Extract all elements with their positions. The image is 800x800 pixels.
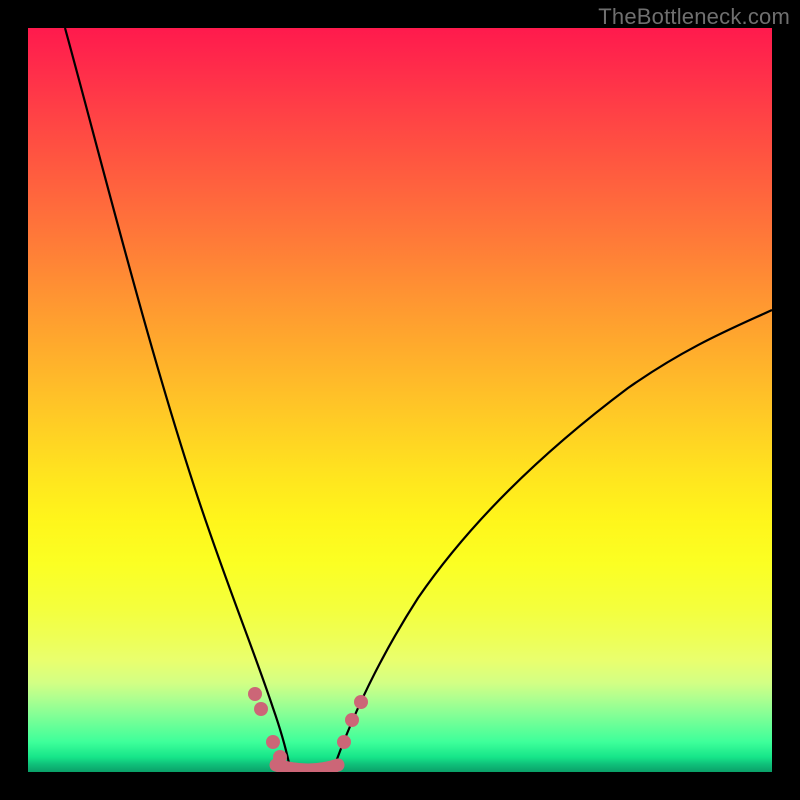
left-dot <box>248 687 262 701</box>
right-dot <box>337 735 351 749</box>
valley-floor <box>276 765 338 770</box>
chart-svg <box>28 28 772 772</box>
chart-frame: TheBottleneck.com <box>0 0 800 800</box>
watermark-text: TheBottleneck.com <box>598 4 790 30</box>
right-dot <box>345 713 359 727</box>
right-curve <box>333 310 772 770</box>
right-dot <box>354 695 368 709</box>
left-dot <box>254 702 268 716</box>
left-dot <box>273 750 287 764</box>
left-dot <box>266 735 280 749</box>
chart-plot-area <box>28 28 772 772</box>
left-curve <box>65 28 290 768</box>
